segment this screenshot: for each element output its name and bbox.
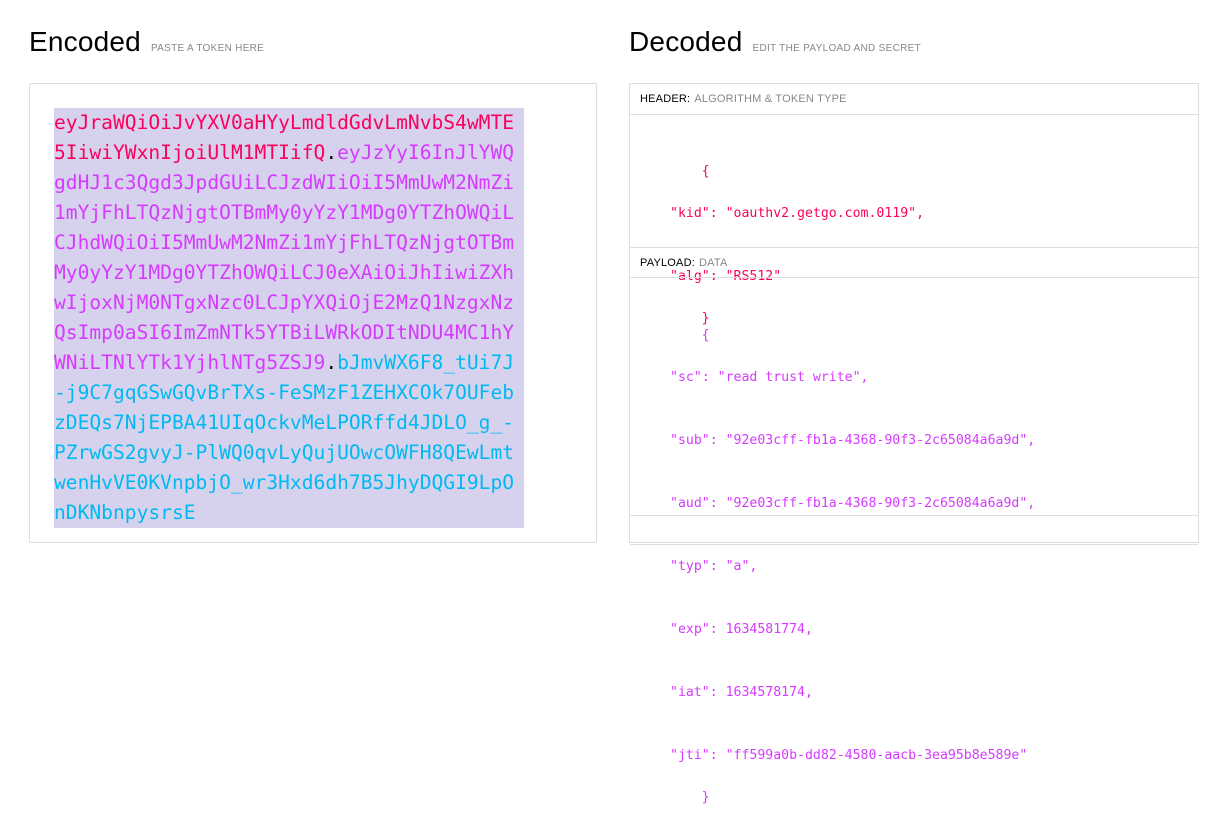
- payload-sublabel: DATA: [699, 257, 728, 269]
- decoded-subtitle: EDIT THE PAYLOAD AND SECRET: [752, 43, 921, 54]
- payload-section-label: PAYLOAD: DATA: [630, 247, 1198, 278]
- decoded-panel: HEADER: ALGORITHM & TOKEN TYPE { "kid": "…: [629, 83, 1199, 805]
- token-dot-2: .: [325, 351, 338, 374]
- encoded-token-input[interactable]: eyJraWQiOiJvYXV0aHYyLmdldGdvLmNvbS4wMTE5…: [29, 83, 597, 543]
- payload-json-line: "sc": "read trust write",: [670, 370, 869, 385]
- encoded-title: Encoded: [29, 26, 141, 57]
- payload-json-line: "iat": 1634578174,: [670, 685, 813, 700]
- token-signature-part: bJmvWX6F8_tUi7J-j9C7gqGSwGQvBrTXs-FeSMzF…: [54, 351, 515, 524]
- encoded-subtitle: PASTE A TOKEN HERE: [150, 43, 265, 54]
- payload-label: PAYLOAD:: [640, 257, 695, 269]
- decoded-heading-row: Decoded EDIT THE PAYLOAD AND SECRET: [629, 26, 921, 58]
- payload-json-open: {: [701, 328, 710, 343]
- token-payload-part: eyJzYyI6InJlYWQgdHJ1c3Qgd3JpdGUiLCJzdWIi…: [54, 141, 515, 374]
- encoded-token-text[interactable]: eyJraWQiOiJvYXV0aHYyLmdldGdvLmNvbS4wMTE5…: [54, 108, 524, 528]
- payload-json-line: "jti": "ff599a0b-dd82-4580-aacb-3ea95b8e…: [670, 748, 1028, 763]
- encoded-heading-row: Encoded PASTE A TOKEN HERE: [29, 26, 264, 58]
- header-section-label: HEADER: ALGORITHM & TOKEN TYPE: [630, 84, 1198, 115]
- header-label: HEADER:: [640, 93, 691, 105]
- payload-json-line: "typ": "a",: [670, 559, 758, 574]
- decoded-title: Decoded: [629, 26, 743, 57]
- header-json-line: "kid": "oauthv2.getgo.com.0119",: [670, 206, 925, 221]
- signature-section-divider: [630, 515, 1198, 545]
- payload-json-line: "sub": "92e03cff-fb1a-4368-90f3-2c65084a…: [670, 433, 1036, 448]
- token-dot-1: .: [325, 141, 338, 164]
- payload-json-line: "exp": 1634581774,: [670, 622, 813, 637]
- payload-json-line: "aud": "92e03cff-fb1a-4368-90f3-2c65084a…: [670, 496, 1036, 511]
- payload-json-editor[interactable]: { "sc": "read trust write", "sub": "92e0…: [654, 304, 1035, 829]
- header-json-open: {: [701, 164, 710, 179]
- header-sublabel: ALGORITHM & TOKEN TYPE: [694, 93, 847, 105]
- payload-json-close: }: [701, 790, 710, 805]
